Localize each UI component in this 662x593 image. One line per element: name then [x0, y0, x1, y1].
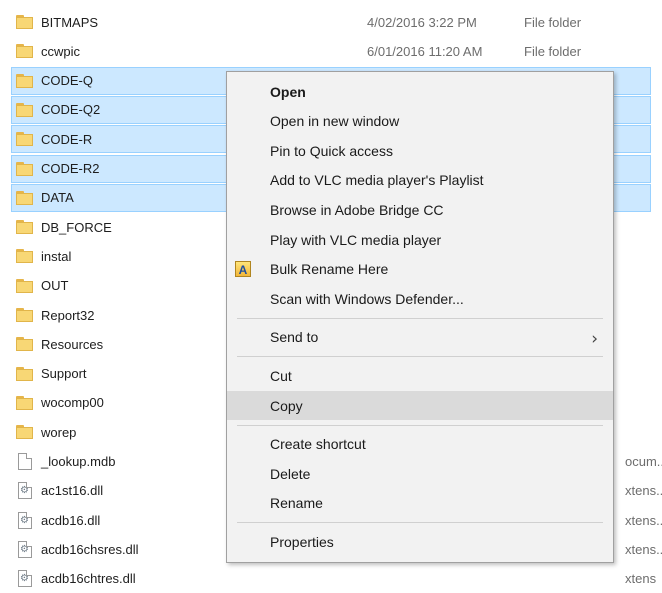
menu-item-label: Copy [270, 397, 303, 414]
folder-icon [16, 43, 34, 59]
file-date-modified: 6/01/2016 11:20 AM [367, 43, 483, 59]
menu-item-label: Add to VLC media player's Playlist [270, 172, 484, 189]
file-name: BITMAPS [41, 14, 99, 30]
menu-separator [237, 522, 603, 524]
menu-item-label: Properties [270, 533, 334, 550]
menu-separator [237, 356, 603, 358]
menu-item-label: Pin to Quick access [270, 142, 393, 159]
menu-item-pin-to-quick-access[interactable]: Pin to Quick access [227, 136, 613, 165]
menu-item-label: Open in new window [270, 113, 400, 130]
menu-separator [237, 424, 603, 426]
folder-icon [16, 424, 34, 440]
folder-icon [16, 14, 34, 30]
menu-item-open-in-new-window[interactable]: Open in new window [227, 107, 613, 136]
folder-icon [16, 248, 34, 264]
file-type: File folder [524, 43, 582, 59]
menu-item-open[interactable]: Open [227, 77, 613, 106]
folder-icon [16, 395, 34, 411]
file-name: ccwpic [41, 43, 81, 59]
menu-item-label: Create shortcut [270, 436, 366, 453]
menu-item-label: Scan with Windows Defender... [270, 290, 464, 307]
folder-icon [16, 131, 34, 147]
file-type: ocum.. [625, 454, 662, 469]
file-row-acdb16chtres-dll[interactable]: acdb16chtres.dll xtens [12, 565, 656, 593]
file-type: xtens.. [625, 512, 662, 528]
folder-icon [16, 366, 34, 382]
file-icon [18, 453, 32, 470]
bulk-rename-icon: A [235, 260, 251, 277]
menu-item-label: Open [270, 83, 306, 100]
menu-item-add-to-vlc-media-player-s-playlist[interactable]: Add to VLC media player's Playlist [227, 166, 613, 195]
folder-icon [16, 219, 34, 235]
file-type: File folder [524, 14, 582, 30]
folder-icon [16, 336, 34, 352]
dll-file-icon [18, 511, 32, 529]
folder-icon [16, 278, 34, 294]
menu-item-label: Delete [270, 465, 311, 482]
file-type: xtens [625, 571, 657, 587]
menu-item-label: Bulk Rename Here [270, 261, 389, 278]
menu-separator [237, 317, 603, 319]
file-type: xtens.. [625, 483, 662, 499]
file-row-bitmaps[interactable]: BITMAPS 4/02/2016 3:22 PM File folder [12, 8, 652, 36]
menu-item-rename[interactable]: Rename [227, 489, 613, 518]
dll-file-icon [18, 540, 32, 558]
folder-icon [16, 307, 34, 323]
menu-item-scan-with-windows-defender[interactable]: Scan with Windows Defender... [227, 284, 613, 313]
menu-item-send-to[interactable]: Send to › [227, 323, 613, 352]
folder-icon [16, 161, 34, 177]
menu-item-label: Rename [270, 495, 323, 512]
file-row-ccwpic[interactable]: ccwpic 6/01/2016 11:20 AM File folder [12, 37, 652, 65]
folder-icon [16, 190, 34, 206]
file-name: acdb16chtres.dll [41, 571, 136, 587]
file-type: xtens.. [625, 541, 662, 557]
menu-item-copy[interactable]: Copy [227, 391, 613, 420]
menu-item-cut[interactable]: Cut [227, 361, 613, 390]
chevron-right-icon: › [591, 328, 598, 349]
menu-item-properties[interactable]: Properties [227, 527, 613, 556]
menu-item-label: Browse in Adobe Bridge CC [270, 201, 444, 218]
file-date-modified: 4/02/2016 3:22 PM [367, 14, 477, 30]
menu-item-label: Play with VLC media player [270, 231, 442, 248]
menu-item-create-shortcut[interactable]: Create shortcut [227, 430, 613, 459]
menu-item-browse-in-adobe-bridge-cc[interactable]: Browse in Adobe Bridge CC [227, 195, 613, 224]
folder-icon [16, 102, 34, 118]
menu-item-label: Send to [270, 329, 319, 346]
dll-file-icon [18, 570, 32, 588]
dll-file-icon [18, 482, 32, 500]
menu-item-delete[interactable]: Delete [227, 459, 613, 488]
menu-item-play-with-vlc-media-player[interactable]: Play with VLC media player [227, 225, 613, 254]
folder-icon [16, 73, 34, 89]
menu-item-label: Cut [270, 367, 292, 384]
context-menu: Open Open in new window Pin to Quick acces… [226, 71, 614, 563]
menu-item-bulk-rename-here[interactable]: A Bulk Rename Here [227, 255, 613, 284]
